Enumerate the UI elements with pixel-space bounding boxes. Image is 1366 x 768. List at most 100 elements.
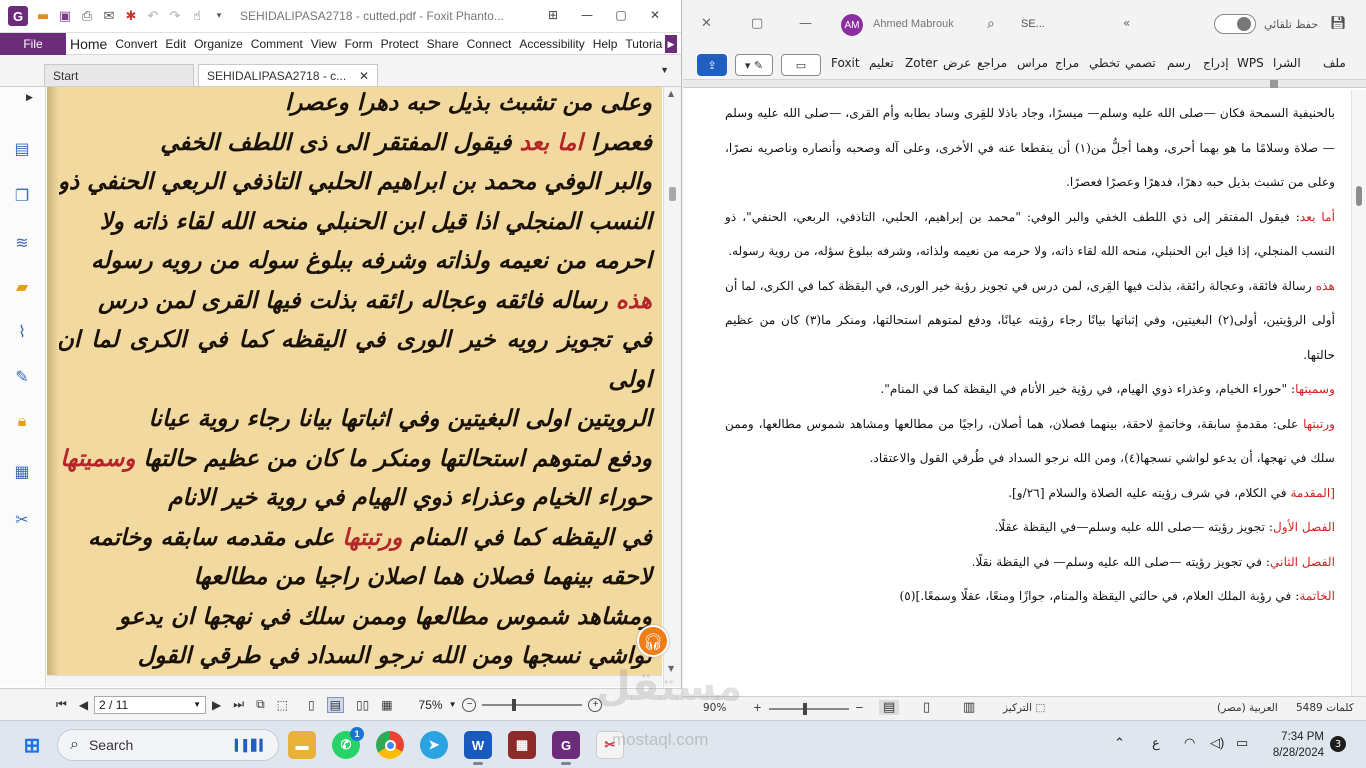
whatsapp-icon[interactable]: ✆ 1	[332, 727, 364, 759]
file-menu[interactable]: File	[0, 32, 66, 55]
document-paragraph[interactable]: وسميتها: "حوراء الخيام، وعذراء ذوي الهيا…	[725, 372, 1335, 407]
pdf-page-view[interactable]: وعلى من تشبث بذيل حبه دهرا وعصرا فعصرا ام…	[47, 87, 662, 675]
open-folder-icon[interactable]: ▬	[34, 7, 52, 25]
tab-foxit[interactable]: Foxit	[831, 56, 860, 70]
continuous-facing-icon[interactable]: ▦	[381, 698, 392, 712]
pages-icon[interactable]: ▤	[11, 137, 33, 159]
lock-icon[interactable]: 🔒︎	[11, 410, 33, 432]
menu-protect[interactable]: Protect	[377, 37, 423, 51]
zoom-out-icon[interactable]: −	[855, 702, 864, 714]
fit-page-icon[interactable]: ⬚	[277, 698, 288, 712]
menu-accessibility[interactable]: Accessibility	[515, 37, 588, 51]
scroll-down-icon[interactable]: ▼	[668, 664, 674, 673]
autosave-toggle[interactable]	[1214, 14, 1256, 34]
redo-icon[interactable]: ↷	[166, 7, 184, 25]
zoom-slider-knob[interactable]	[512, 698, 517, 711]
avatar[interactable]: AM	[841, 14, 863, 36]
save-icon[interactable]: 💾︎	[1330, 16, 1347, 31]
tab-file[interactable]: ملف	[1323, 56, 1346, 70]
next-page-icon[interactable]: ▶	[212, 698, 221, 712]
layers-icon[interactable]: ❐	[11, 184, 33, 206]
minimize-icon[interactable]: —	[570, 8, 604, 22]
document-canvas[interactable]: بالحنيفية السمحة فكان —صلى الله عليه وسل…	[683, 90, 1351, 696]
winrar-icon[interactable]: ▦	[508, 731, 536, 759]
chrome-icon[interactable]	[376, 731, 404, 759]
document-paragraph[interactable]: أما بعد: فيقول المفتقر إلى ذي اللطف الخف…	[725, 200, 1335, 269]
read-mode-icon[interactable]: ▥	[963, 700, 975, 715]
menu-convert[interactable]: Convert	[111, 37, 161, 51]
zoom-percentage[interactable]: 90%	[703, 702, 726, 714]
document-paragraph[interactable]: بالحنيفية السمحة فكان —صلى الله عليه وسل…	[725, 96, 1335, 200]
input-language[interactable]: ع	[1152, 735, 1160, 751]
focus-mode-button[interactable]: التركيز ⬚	[1003, 702, 1045, 714]
form-fields-icon[interactable]: ▦	[11, 460, 33, 482]
pdf-horizontal-scrollbar[interactable]	[47, 675, 662, 687]
comments-icon[interactable]: ▰	[11, 275, 33, 297]
indent-marker[interactable]	[1270, 80, 1278, 88]
maximize-icon[interactable]: ▢	[604, 8, 638, 22]
tab-review[interactable]: مراجع	[977, 56, 1007, 70]
share-button[interactable]: ⇪	[697, 54, 727, 76]
maximize-icon[interactable]: ▢	[751, 16, 763, 31]
chevron-double-icon[interactable]: «	[1123, 16, 1130, 30]
telegram-icon[interactable]: ➤	[420, 731, 448, 759]
print-icon[interactable]: ⎙	[78, 7, 96, 25]
support-headset-icon[interactable]: 🎧︎	[637, 625, 669, 657]
tab-references[interactable]: مراج	[1055, 56, 1079, 70]
tab-wps[interactable]: WPS	[1237, 56, 1264, 70]
save-icon[interactable]: ▣	[56, 7, 74, 25]
tab-mailings[interactable]: مراس	[1017, 56, 1048, 70]
tab-start[interactable]: Start	[44, 64, 194, 86]
tab-list-dropdown-icon[interactable]: ▼	[660, 65, 669, 75]
web-layout-icon[interactable]: ▤	[879, 700, 900, 715]
windows-start-icon[interactable]: ⊞	[18, 731, 46, 759]
search-icon[interactable]: ⌕	[987, 16, 995, 32]
menu-tutorial[interactable]: Tutoria	[621, 37, 666, 51]
tab-design[interactable]: تصمي	[1125, 56, 1156, 70]
scrollbar-thumb[interactable]	[1356, 186, 1362, 206]
menu-home[interactable]: Home	[66, 36, 111, 52]
zoom-slider[interactable]	[769, 703, 849, 715]
editing-mode-button[interactable]: ▾ ✎	[735, 54, 773, 76]
facing-page-icon[interactable]: ▯▯	[356, 698, 369, 712]
document-vertical-scrollbar[interactable]	[1351, 90, 1366, 696]
zoom-dropdown-icon[interactable]: ▼	[449, 700, 457, 709]
zoom-level[interactable]: 75%	[419, 698, 443, 712]
new-icon[interactable]: ✱	[122, 7, 140, 25]
hand-tool-icon[interactable]: ☝	[188, 7, 206, 25]
tab-view[interactable]: عرض	[943, 56, 971, 70]
document-paragraph[interactable]: الفصل الثاني: في تجويز رؤيته —صلى الله ع…	[725, 545, 1335, 580]
zoom-slider[interactable]	[482, 698, 583, 711]
menu-organize[interactable]: Organize	[190, 37, 247, 51]
document-body[interactable]: بالحنيفية السمحة فكان —صلى الله عليه وسل…	[725, 96, 1335, 614]
close-icon[interactable]: ✕	[701, 16, 712, 31]
system-clock[interactable]: 7:34 PM 8/28/2024	[1272, 729, 1324, 761]
quick-access-dropdown-icon[interactable]: ▾	[210, 7, 228, 25]
document-paragraph[interactable]: [المقدمة في الكلام، في شرف رؤيته عليه ال…	[725, 476, 1335, 511]
tab-document[interactable]: SEHIDALIPASA2718 - c... ✕	[198, 64, 378, 86]
menu-connect[interactable]: Connect	[463, 37, 516, 51]
file-explorer-icon[interactable]: ▬	[288, 731, 316, 759]
show-hidden-icons-icon[interactable]: ⌃	[1114, 735, 1125, 751]
scroll-up-icon[interactable]: ▲	[668, 89, 674, 98]
snipping-tool-icon[interactable]: ✂	[596, 731, 624, 759]
tab-insert[interactable]: إدراج	[1203, 56, 1229, 70]
volume-icon[interactable]: ◁)	[1210, 735, 1224, 751]
document-paragraph[interactable]: الخاتمة: في رؤية الملك العلام، في حالتي …	[725, 579, 1335, 614]
zoom-in-icon[interactable]: +	[753, 702, 762, 714]
scrollbar-thumb[interactable]	[669, 187, 676, 201]
menu-view[interactable]: View	[307, 37, 341, 51]
continuous-page-icon[interactable]: ▤	[326, 696, 344, 713]
word-count[interactable]: 5489 كلمات	[1296, 702, 1354, 714]
tab-teaching[interactable]: تعليم	[869, 56, 894, 70]
word-app-icon[interactable]: W	[464, 731, 492, 765]
signature-icon[interactable]: ✎	[11, 365, 33, 387]
menu-comment[interactable]: Comment	[247, 37, 307, 51]
pdf-vertical-scrollbar[interactable]: ▲ ▼	[663, 87, 681, 687]
menu-scroll-right-icon[interactable]: ▶	[665, 35, 677, 53]
ruler[interactable]	[683, 80, 1366, 88]
battery-icon[interactable]: ▭	[1236, 735, 1248, 751]
document-paragraph[interactable]: الفصل الأول: تجويز رؤيته —صلى الله عليه …	[725, 510, 1335, 545]
menu-share[interactable]: Share	[423, 37, 463, 51]
layer-stack-icon[interactable]: ≋	[11, 231, 33, 253]
